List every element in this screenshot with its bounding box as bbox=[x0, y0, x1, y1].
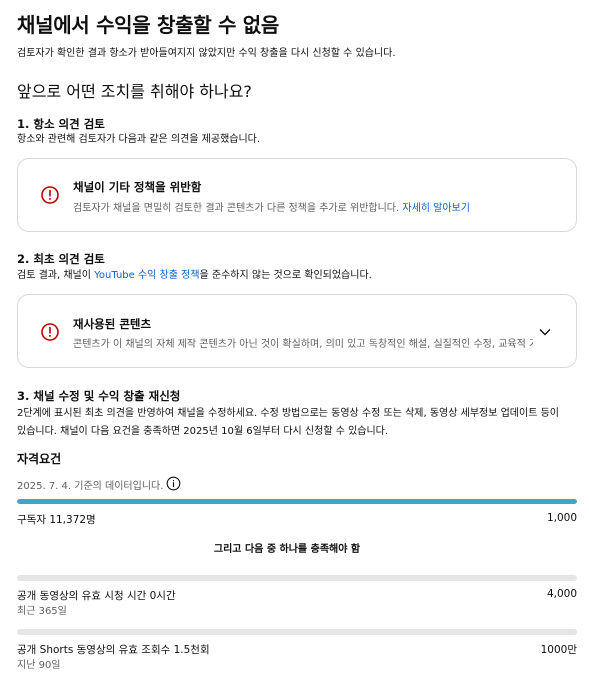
or-requirement-text: 그리고 다음 중 하나를 충족해야 함 bbox=[213, 544, 361, 555]
appeal-card-desc-text: 검토자가 채널을 면밀히 검토한 결과 콘텐츠가 다른 정책을 추가로 위반합니… bbox=[73, 203, 400, 214]
reapply-title: 3. 채널 수정 및 수익 창출 재신청 bbox=[17, 389, 181, 403]
error-circle-icon bbox=[41, 186, 59, 204]
appeal-review-title: 1. 항소 의견 검토 bbox=[17, 117, 105, 131]
subscribers-progress-bar bbox=[17, 499, 577, 504]
shorts-views-progress-bar bbox=[17, 629, 577, 635]
subscribers-progress-fill bbox=[17, 499, 577, 504]
page-subtitle: 검토자가 확인한 결과 항소가 받아들여지지 않았지만 수익 창출을 다시 신청… bbox=[17, 48, 396, 59]
initial-review-desc-suffix: 을 준수하지 않는 것으로 확인되었습니다. bbox=[199, 270, 372, 281]
initial-review-desc-prefix: 검토 결과, 채널이 bbox=[17, 270, 95, 281]
appeal-card-title: 채널이 기타 정책을 위반함 bbox=[73, 180, 202, 194]
reapply-line-2: 있습니다. 채널이 다음 요건을 충족하면 2025년 10월 6일부터 다시 … bbox=[17, 426, 389, 437]
requirements-heading: 자격요건 bbox=[17, 452, 62, 466]
data-as-of: 2025. 7. 4. 기준의 데이터입니다. bbox=[17, 481, 164, 492]
appeal-review-desc: 항소와 관련해 검토자가 다음과 같은 의견을 제공했습니다. bbox=[17, 134, 261, 145]
shorts-views-label: 공개 Shorts 동영상의 유효 조회수 1.5천회 bbox=[17, 644, 210, 656]
shorts-views-target: 1000만 bbox=[540, 644, 577, 656]
next-steps-heading: 앞으로 어떤 조치를 취해야 하나요? bbox=[17, 82, 252, 101]
shorts-views-period: 지난 90일 bbox=[17, 660, 61, 671]
initial-review-card[interactable]: 재사용된 콘텐츠 콘텐츠가 이 채널의 자체 제작 콘텐츠가 아닌 것이 확실하… bbox=[17, 294, 577, 368]
subscribers-target: 1,000 bbox=[546, 512, 577, 524]
learn-more-link[interactable]: 자세히 알아보기 bbox=[402, 203, 470, 214]
watch-time-label: 공개 동영상의 유효 시청 시간 0시간 bbox=[17, 590, 176, 602]
error-circle-icon bbox=[41, 323, 59, 341]
chevron-down-icon[interactable] bbox=[538, 325, 552, 339]
subscribers-label: 구독자 11,372명 bbox=[17, 514, 96, 526]
info-icon[interactable] bbox=[166, 476, 181, 491]
reused-content-title: 재사용된 콘텐츠 bbox=[73, 317, 152, 331]
appeal-review-card: 채널이 기타 정책을 위반함 검토자가 채널을 면밀히 검토한 결과 콘텐츠가 … bbox=[17, 158, 577, 232]
watch-time-period: 최근 365일 bbox=[17, 606, 67, 617]
reused-content-desc: 콘텐츠가 이 채널의 자체 제작 콘텐츠가 아닌 것이 확실하며, 의미 있고 … bbox=[73, 339, 533, 350]
initial-review-title: 2. 최초 의견 검토 bbox=[17, 252, 105, 266]
watch-time-target: 4,000 bbox=[546, 588, 577, 600]
page-title: 채널에서 수익을 창출할 수 없음 bbox=[17, 13, 279, 37]
initial-review-desc: 검토 결과, 채널이 YouTube 수익 창출 정책을 준수하지 않는 것으로… bbox=[17, 268, 372, 284]
reapply-line-1: 2단계에 표시된 최초 의견을 반영하여 채널을 수정하세요. 수정 방법으로는… bbox=[17, 408, 559, 419]
appeal-card-desc: 검토자가 채널을 면밀히 검토한 결과 콘텐츠가 다른 정책을 추가로 위반합니… bbox=[73, 199, 470, 214]
watch-time-progress-bar bbox=[17, 575, 577, 581]
monetization-policy-link[interactable]: YouTube 수익 창출 정책 bbox=[94, 270, 199, 281]
